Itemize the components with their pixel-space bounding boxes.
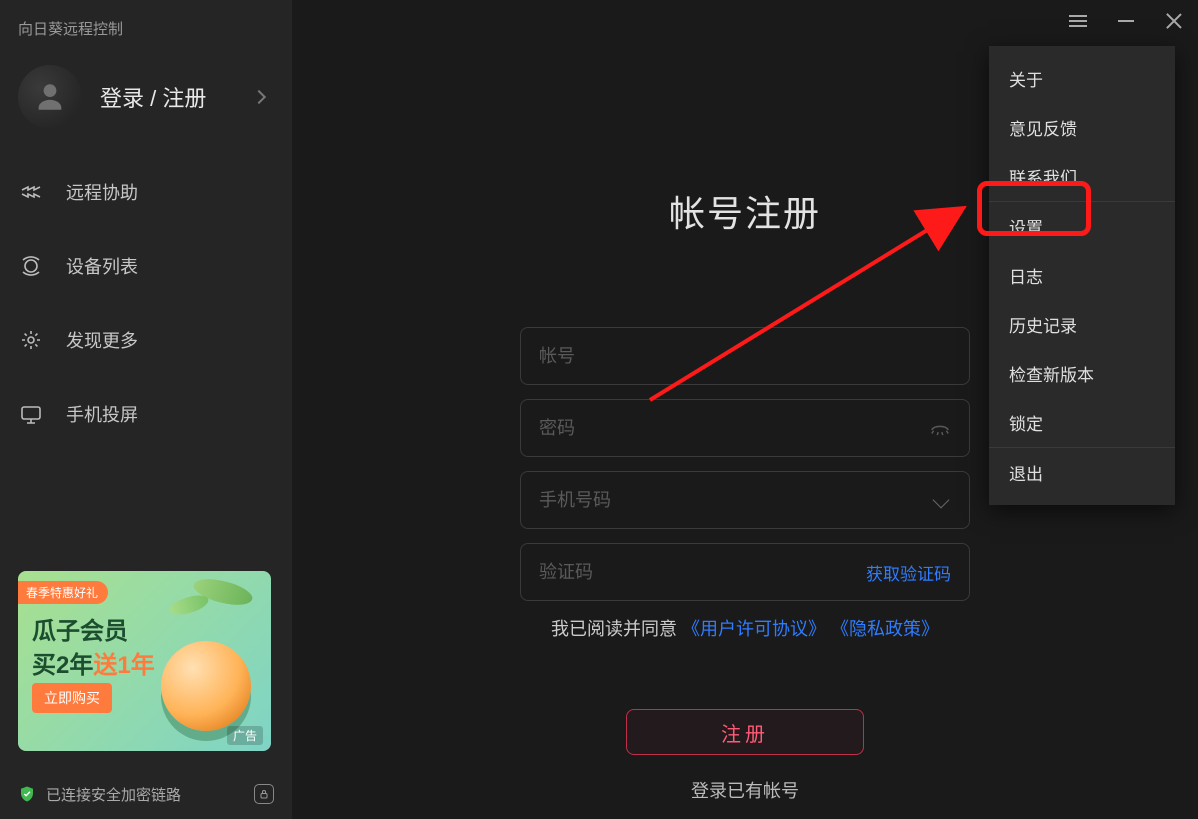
code-field[interactable]: 获取验证码: [520, 543, 970, 601]
minimize-button[interactable]: [1102, 0, 1150, 42]
device-list-icon: [18, 253, 44, 279]
avatar-icon: [18, 65, 82, 129]
chevron-right-icon: [252, 90, 266, 104]
sidebar: 向日葵远程控制 登录 / 注册 远程协助 设备列表 发现更多 手机投屏: [0, 0, 292, 819]
minimize-icon: [1118, 20, 1134, 22]
promo-banner[interactable]: 春季特惠好礼 瓜子会员 买2年送1年 立即购买 广告: [18, 571, 271, 751]
menu-check-update[interactable]: 检查新版本: [989, 349, 1175, 398]
password-input[interactable]: [539, 418, 929, 439]
sidebar-item-label: 设备列表: [66, 253, 138, 279]
menu-contact[interactable]: 联系我们: [989, 152, 1175, 201]
agree-prefix: 我已阅读并同意: [551, 619, 677, 639]
password-field[interactable]: [520, 399, 970, 457]
status-text: 已连接安全加密链路: [46, 784, 181, 805]
get-code-button[interactable]: 获取验证码: [866, 560, 951, 585]
account-input[interactable]: [539, 346, 951, 367]
promo-line1: 瓜子会员: [32, 611, 128, 646]
login-existing-link[interactable]: 登录已有帐号: [520, 777, 970, 803]
menu-lock[interactable]: 锁定: [989, 398, 1175, 447]
menu-about[interactable]: 关于: [989, 54, 1175, 103]
menu-settings[interactable]: 设置: [989, 202, 1175, 251]
sidebar-item-remote-assist[interactable]: 远程协助: [0, 155, 292, 229]
lock-button[interactable]: [254, 784, 274, 804]
phone-cast-icon: [18, 401, 44, 427]
discover-icon: [18, 327, 44, 353]
agree-row: 我已阅读并同意 《用户许可协议》 《隐私政策》: [520, 615, 970, 641]
menu-feedback[interactable]: 意见反馈: [989, 103, 1175, 152]
titlebar: [1054, 0, 1198, 42]
sidebar-item-label: 发现更多: [66, 327, 138, 353]
menu-log[interactable]: 日志: [989, 251, 1175, 300]
leaf-icon: [168, 593, 210, 617]
account-field[interactable]: [520, 327, 970, 385]
sidebar-item-label: 手机投屏: [66, 401, 138, 427]
sidebar-item-device-list[interactable]: 设备列表: [0, 229, 292, 303]
coin-icon: [161, 641, 251, 731]
user-agreement-link[interactable]: 《用户许可协议》: [682, 619, 826, 639]
menu-history[interactable]: 历史记录: [989, 300, 1175, 349]
promo-buy-button[interactable]: 立即购买: [32, 683, 112, 713]
connection-status: 已连接安全加密链路: [0, 769, 292, 819]
login-register-row[interactable]: 登录 / 注册: [0, 39, 292, 155]
shield-check-icon: [18, 785, 36, 803]
promo-tag: 春季特惠好礼: [18, 581, 108, 604]
menu-icon: [1069, 15, 1087, 27]
phone-input[interactable]: [539, 490, 935, 511]
register-form: 获取验证码 我已阅读并同意 《用户许可协议》 《隐私政策》 注册 登录已有帐号: [520, 327, 970, 803]
menu-exit[interactable]: 退出: [989, 448, 1175, 497]
remote-assist-icon: [18, 179, 44, 205]
phone-field[interactable]: [520, 471, 970, 529]
code-input[interactable]: [539, 562, 856, 583]
eye-closed-icon[interactable]: [929, 417, 951, 439]
register-button[interactable]: 注册: [626, 709, 864, 755]
close-button[interactable]: [1150, 0, 1198, 42]
sidebar-item-phone-cast[interactable]: 手机投屏: [0, 377, 292, 451]
app-title: 向日葵远程控制: [0, 0, 292, 39]
hamburger-menu-button[interactable]: [1054, 0, 1102, 42]
chevron-down-icon[interactable]: [933, 492, 950, 509]
promo-line2: 买2年送1年: [32, 645, 155, 680]
ad-label: 广告: [227, 726, 263, 745]
privacy-policy-link[interactable]: 《隐私政策》: [831, 619, 939, 639]
sidebar-item-label: 远程协助: [66, 179, 138, 205]
close-icon: [1166, 13, 1182, 29]
login-register-label: 登录 / 注册: [100, 81, 254, 113]
main-area: 帐号注册 获取验证码 我已阅读并同意 《用户许可协议》 《隐私政策》 注册 登录…: [292, 0, 1198, 819]
sidebar-item-discover[interactable]: 发现更多: [0, 303, 292, 377]
app-menu-dropdown: 关于 意见反馈 联系我们 设置 日志 历史记录 检查新版本 锁定 退出: [989, 46, 1175, 505]
